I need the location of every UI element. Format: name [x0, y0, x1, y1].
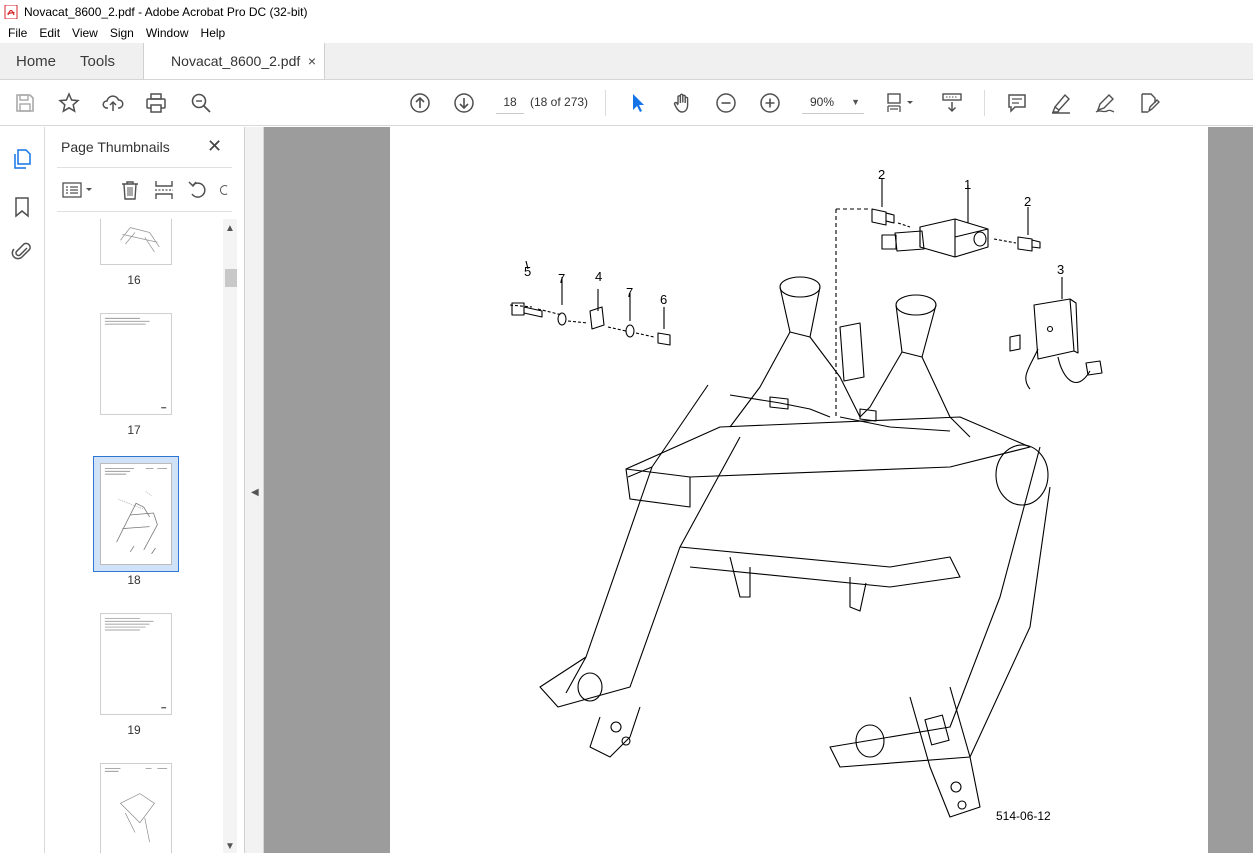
- draw-icon[interactable]: [1093, 91, 1117, 115]
- thumbnail-scrollbar[interactable]: ▲ ▼: [223, 219, 237, 853]
- tab-document[interactable]: Novacat_8600_2.pdf ×: [143, 43, 326, 79]
- callout-2: 2: [1024, 194, 1032, 209]
- panel-splitter[interactable]: ◀: [245, 127, 264, 853]
- delete-icon[interactable]: [119, 179, 141, 201]
- callout-2: 2: [878, 167, 886, 182]
- zoom-value: 90%: [810, 94, 835, 109]
- comment-icon[interactable]: [1005, 91, 1029, 115]
- callout-7: 7: [558, 271, 566, 286]
- menu-bar: File Edit View Sign Window Help: [0, 23, 1253, 43]
- thumbnail-page[interactable]: [100, 613, 172, 715]
- thumbnail-page[interactable]: [100, 219, 172, 265]
- page-fit-icon[interactable]: [884, 91, 918, 115]
- close-tab-icon[interactable]: ×: [308, 53, 316, 69]
- options-menu-icon[interactable]: [61, 179, 95, 201]
- thumbnail-label: 16: [127, 273, 141, 287]
- toolbar: (18 of 273) 90% ▼: [0, 80, 1253, 126]
- toolbar-divider: [605, 90, 606, 116]
- document-tab-label: Novacat_8600_2.pdf: [171, 53, 301, 69]
- attachments-icon[interactable]: [10, 239, 34, 263]
- edit-pdf-icon[interactable]: [1137, 91, 1161, 115]
- next-page-icon[interactable]: [452, 91, 476, 115]
- menu-sign[interactable]: Sign: [104, 26, 140, 40]
- zoom-out-icon[interactable]: [714, 91, 738, 115]
- menu-edit[interactable]: Edit: [33, 26, 66, 40]
- scrollbar-thumb[interactable]: [225, 269, 237, 287]
- tab-bar: Home Tools Novacat_8600_2.pdf ×: [0, 43, 1253, 80]
- menu-view[interactable]: View: [66, 26, 104, 40]
- scroll-up-icon[interactable]: ▲: [223, 223, 237, 235]
- menu-window[interactable]: Window: [140, 26, 195, 40]
- thumbnail-page-image: [100, 463, 172, 565]
- thumbnail-panel: Page Thumbnails ✕ 16 17 18 19 ▲ ▼: [45, 127, 245, 853]
- page-thumbnails-icon[interactable]: [10, 147, 34, 171]
- callout-6: 6: [660, 292, 668, 307]
- callout-3: 3: [1057, 262, 1065, 277]
- pdf-page: 2 1 2 3 5 7 4 7 6 514-06-12: [390, 127, 1208, 853]
- panel-divider: [57, 167, 232, 168]
- thumbnail-tools: [57, 177, 237, 203]
- zoom-in-icon[interactable]: [758, 91, 782, 115]
- menu-file[interactable]: File: [2, 26, 33, 40]
- tab-home[interactable]: Home: [0, 43, 72, 79]
- chevron-down-icon: ▼: [851, 96, 860, 107]
- panel-title: Page Thumbnails: [61, 139, 170, 155]
- callout-4: 4: [595, 269, 603, 284]
- bookmarks-icon[interactable]: [10, 195, 34, 219]
- zoom-select[interactable]: 90% ▼: [802, 90, 864, 114]
- title-bar: Novacat_8600_2.pdf - Adobe Acrobat Pro D…: [0, 0, 1253, 23]
- page-count: (18 of 273): [530, 95, 589, 109]
- thumbnail-page[interactable]: [100, 313, 172, 415]
- star-icon[interactable]: [57, 91, 81, 115]
- thumbnail-page[interactable]: [100, 763, 172, 853]
- select-cursor-icon[interactable]: [626, 91, 650, 115]
- document-viewport[interactable]: 2 1 2 3 5 7 4 7 6 514-06-12: [264, 127, 1253, 853]
- figure-id: 514-06-12: [996, 809, 1051, 823]
- window-title: Novacat_8600_2.pdf - Adobe Acrobat Pro D…: [24, 4, 308, 19]
- acrobat-logo-icon: [4, 4, 18, 19]
- scroll-mode-icon[interactable]: [940, 91, 964, 115]
- print-icon[interactable]: [144, 91, 168, 115]
- tab-tools[interactable]: Tools: [72, 43, 143, 79]
- thumbnail-list: 16 17 18 19 20: [45, 219, 223, 853]
- highlight-icon[interactable]: [1049, 91, 1073, 115]
- page-number-input[interactable]: [496, 90, 524, 114]
- thumbnail-label: 18: [127, 573, 141, 587]
- rotate-right-icon[interactable]: [217, 179, 231, 201]
- close-icon[interactable]: ✕: [207, 136, 222, 157]
- thumbnail-page-selected[interactable]: [93, 456, 179, 572]
- hand-icon[interactable]: [670, 91, 694, 115]
- callout-7: 7: [626, 285, 634, 300]
- scroll-down-icon[interactable]: ▼: [223, 841, 237, 853]
- callout-5: 5: [524, 264, 532, 279]
- prev-page-icon[interactable]: [408, 91, 432, 115]
- zoom-search-icon[interactable]: [189, 91, 213, 115]
- save-icon[interactable]: [13, 91, 37, 115]
- menu-help[interactable]: Help: [195, 26, 232, 40]
- upload-icon[interactable]: [101, 91, 125, 115]
- callout-1: 1: [964, 177, 972, 192]
- panel-divider: [57, 211, 232, 212]
- thumbnail-label: 19: [127, 723, 141, 737]
- toolbar-divider: [984, 90, 985, 116]
- rotate-left-icon[interactable]: [187, 179, 209, 201]
- collapse-panel-icon[interactable]: ◀: [251, 487, 259, 498]
- thumbnail-label: 17: [127, 423, 141, 437]
- exploded-parts-drawing: [509, 179, 1103, 818]
- left-navigation-rail: [0, 127, 45, 853]
- insert-page-icon[interactable]: [153, 179, 175, 201]
